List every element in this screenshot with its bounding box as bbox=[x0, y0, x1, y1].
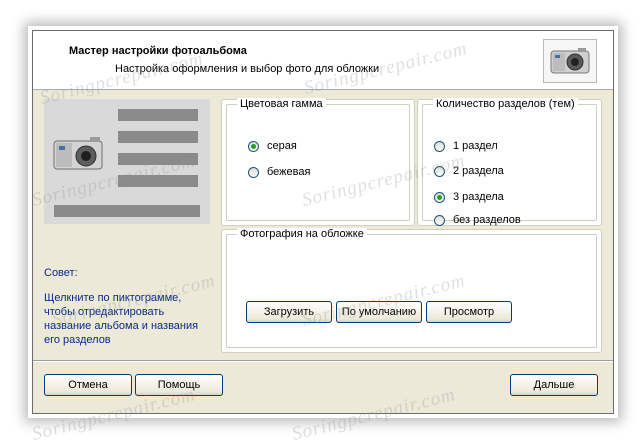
radio-1-section-label: 1 раздел bbox=[453, 140, 498, 152]
preview-section-bar bbox=[118, 175, 198, 187]
preview-bottom-bar bbox=[54, 205, 200, 217]
radio-3-sections-circle[interactable] bbox=[434, 191, 445, 203]
next-button[interactable]: Дальше bbox=[510, 374, 598, 396]
radio-1-section-circle[interactable] bbox=[434, 140, 445, 152]
radio-3-sections[interactable]: 3 раздела bbox=[434, 191, 504, 203]
radio-beige-circle[interactable] bbox=[248, 166, 259, 178]
radio-no-sections[interactable]: без разделов bbox=[434, 214, 521, 226]
color-scheme-group: Цветовая гамма серая бежевая bbox=[221, 98, 415, 226]
preview-title-bar bbox=[118, 109, 198, 121]
wizard-header: Мастер настройки фотоальбома Настройка о… bbox=[33, 31, 613, 90]
radio-no-sections-label: без разделов bbox=[453, 214, 521, 226]
radio-2-sections-circle[interactable] bbox=[434, 165, 445, 177]
radio-no-sections-circle[interactable] bbox=[434, 214, 445, 226]
sections-group: Количество разделов (тем) 1 раздел 2 раз… bbox=[417, 98, 602, 226]
view-button[interactable]: Просмотр bbox=[426, 301, 512, 323]
preview-section-bar bbox=[118, 153, 198, 165]
cover-photo-group: Фотография на обложке Загрузить По умолч… bbox=[221, 228, 602, 353]
camera-icon bbox=[50, 131, 110, 175]
album-preview[interactable] bbox=[44, 99, 210, 224]
load-button[interactable]: Загрузить bbox=[246, 301, 332, 323]
cancel-button[interactable]: Отмена bbox=[44, 374, 132, 396]
radio-2-sections[interactable]: 2 раздела bbox=[434, 165, 504, 177]
radio-3-sections-label: 3 раздела bbox=[453, 191, 504, 203]
radio-1-section[interactable]: 1 раздел bbox=[434, 140, 498, 152]
radio-beige[interactable]: бежевая bbox=[248, 166, 310, 178]
default-button[interactable]: По умолчанию bbox=[336, 301, 422, 323]
radio-gray[interactable]: серая bbox=[248, 140, 297, 152]
radio-gray-label: серая bbox=[267, 140, 297, 152]
tip-text: Щелкните по пиктограмме, чтобы отредакти… bbox=[44, 292, 199, 346]
footer-separator bbox=[33, 360, 613, 362]
camera-icon bbox=[543, 39, 597, 83]
preview-section-bar bbox=[118, 131, 198, 143]
help-button[interactable]: Помощь bbox=[135, 374, 223, 396]
wizard-title: Мастер настройки фотоальбома bbox=[69, 45, 247, 57]
color-scheme-legend: Цветовая гамма bbox=[237, 98, 326, 110]
radio-gray-circle[interactable] bbox=[248, 140, 259, 152]
wizard-subtitle: Настройка оформления и выбор фото для об… bbox=[115, 63, 380, 75]
cover-photo-legend: Фотография на обложке bbox=[237, 228, 367, 240]
sections-legend: Количество разделов (тем) bbox=[433, 98, 578, 110]
tip-title: Совет: bbox=[44, 267, 78, 279]
wizard-window: Мастер настройки фотоальбома Настройка о… bbox=[32, 30, 614, 414]
radio-beige-label: бежевая bbox=[267, 166, 311, 178]
radio-2-sections-label: 2 раздела bbox=[453, 165, 504, 177]
